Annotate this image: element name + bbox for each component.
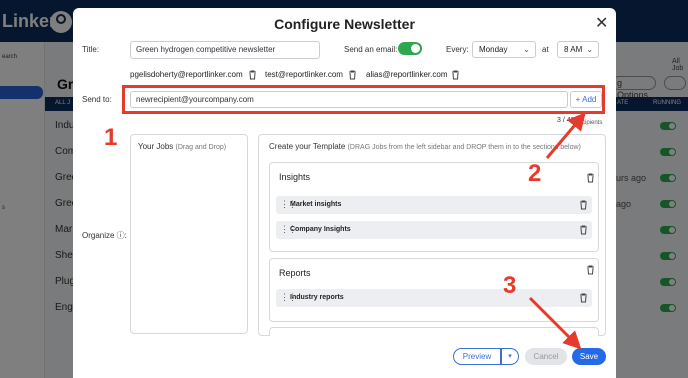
trash-icon[interactable] [248, 70, 257, 80]
your-jobs-title: Your Jobs (Drag and Drop) [138, 142, 227, 151]
close-icon[interactable]: ✕ [595, 13, 608, 33]
time-select[interactable]: 8 AM ⌄ [557, 41, 599, 58]
day-select[interactable]: Monday ⌄ [472, 41, 536, 58]
your-jobs-panel[interactable] [130, 134, 248, 334]
recipient-count-suffix: cipients [582, 120, 603, 126]
job-name: Market insights [290, 201, 342, 208]
recipient-email: alias@reportlinker.com [366, 70, 448, 79]
trash-icon[interactable] [579, 200, 588, 210]
trash-icon[interactable] [451, 70, 460, 80]
job-item[interactable]: ⋮⋮ Market insights [276, 196, 592, 214]
section-name: Insights [279, 172, 311, 182]
recipient-email: pgelisdoherty@reportlinker.com [130, 70, 243, 79]
time-value: 8 AM [564, 45, 583, 54]
modal-title: Configure Newsletter [274, 16, 415, 32]
job-name: Industry reports [290, 294, 344, 301]
save-button[interactable]: Save [572, 348, 606, 365]
section-next[interactable] [269, 327, 599, 336]
highlight-box [122, 85, 605, 114]
step-1-label: 1 [104, 124, 118, 151]
job-item[interactable]: ⋮⋮ Industry reports [276, 289, 592, 307]
section-reports[interactable]: Reports ⋮⋮ Industry reports [269, 258, 599, 322]
trash-icon[interactable] [586, 265, 595, 275]
job-name: Company Insights [290, 226, 351, 233]
section-name: Reports [279, 268, 311, 278]
step-3-label: 3 [503, 272, 517, 299]
preview-button[interactable]: Preview [453, 348, 501, 365]
job-item[interactable]: ⋮⋮ Company Insights [276, 221, 592, 239]
step-2-label: 2 [528, 160, 542, 187]
newsletter-modal: Configure Newsletter ✕ Title: Green hydr… [73, 8, 616, 378]
trash-icon[interactable] [579, 225, 588, 235]
trash-icon[interactable] [579, 293, 588, 303]
chevron-down-icon: ⌄ [523, 45, 530, 54]
cancel-button[interactable]: Cancel [525, 348, 567, 365]
title-input[interactable]: Green hydrogen competitive newsletter [130, 41, 320, 59]
trash-icon[interactable] [586, 173, 595, 183]
send-email-toggle[interactable] [398, 42, 422, 55]
recipient-email: test@reportlinker.com [265, 70, 343, 79]
send-email-label: Send an email: [344, 45, 398, 54]
section-insights[interactable]: Insights ⋮⋮ Market insights ⋮⋮ Company I… [269, 162, 599, 252]
recipient-count: 3 / 40 [557, 117, 575, 124]
title-label: Title: [82, 45, 100, 54]
template-title: Create your Template (DRAG Jobs from the… [269, 142, 581, 151]
preview-dropdown-button[interactable]: ▾ [501, 348, 519, 365]
organize-label: Organize ⓘ: [82, 231, 127, 240]
chevron-down-icon: ⌄ [586, 45, 593, 54]
at-label: at [542, 45, 549, 54]
every-label: Every: [446, 45, 469, 54]
trash-icon[interactable] [348, 70, 357, 80]
day-value: Monday [479, 45, 508, 54]
send-to-label: Send to: [82, 95, 112, 104]
